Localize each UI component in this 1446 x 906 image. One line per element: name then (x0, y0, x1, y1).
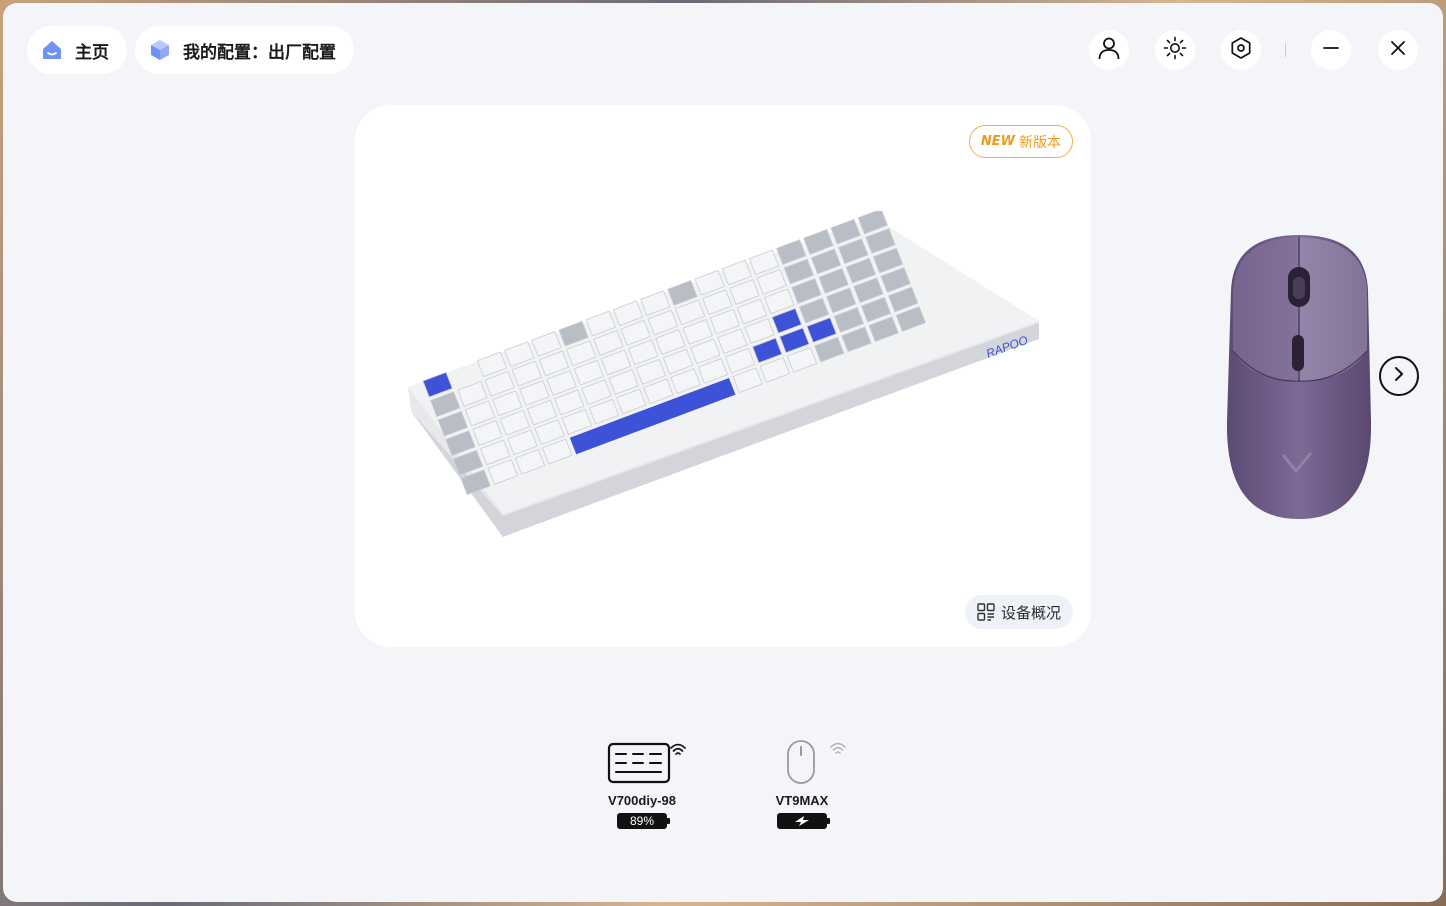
device-keyboard-name: V700diy-98 (608, 793, 676, 808)
device-overview-label: 设备概况 (1000, 603, 1061, 622)
next-device-button[interactable] (1379, 356, 1419, 396)
config-label: 我的配置：出厂配置 (183, 42, 336, 63)
home-button[interactable]: 主页 (27, 26, 127, 74)
mouse-icon (757, 739, 847, 789)
home-icon (39, 37, 65, 63)
brightness-button[interactable] (1155, 30, 1195, 70)
mouse-preview-image[interactable] (1221, 231, 1379, 527)
chevron-right-icon (1391, 366, 1407, 386)
config-button[interactable]: 我的配置：出厂配置 (135, 26, 354, 74)
user-button[interactable] (1089, 30, 1129, 70)
user-icon (1096, 35, 1122, 65)
new-version-badge[interactable]: NEW 新版本 (968, 125, 1073, 158)
title-divider (1285, 43, 1286, 57)
device-keyboard-tile[interactable]: V700diy-98 89% (587, 739, 697, 829)
close-button[interactable] (1378, 30, 1418, 70)
minimize-button[interactable] (1311, 30, 1351, 70)
close-icon (1389, 39, 1407, 61)
settings-button[interactable] (1221, 30, 1261, 70)
keyboard-icon (597, 739, 687, 789)
charging-bolt-icon (795, 816, 809, 826)
gear-icon (1229, 36, 1253, 64)
grid-icon (977, 603, 995, 621)
home-label: 主页 (75, 42, 109, 63)
device-overview-button[interactable]: 设备概况 (964, 595, 1073, 629)
device-mouse-name: VT9MAX (775, 793, 829, 808)
sun-icon (1163, 36, 1187, 64)
mouse-battery-charging (777, 813, 830, 829)
new-tag: NEW (980, 134, 1015, 149)
device-mouse-tile[interactable]: VT9MAX (747, 739, 857, 829)
app-window: 主页 我的配置：出厂配置 NEW 新版本 RAPOO 设备概况 V700diy-… (3, 3, 1443, 902)
keyboard-image[interactable]: RAPOO (403, 208, 1043, 545)
cube-icon (147, 37, 173, 63)
minimize-icon (1322, 39, 1340, 61)
device-card: NEW 新版本 RAPOO 设备概况 (355, 105, 1091, 647)
new-version-label: 新版本 (1019, 134, 1061, 151)
keyboard-battery: 89% (617, 813, 670, 829)
